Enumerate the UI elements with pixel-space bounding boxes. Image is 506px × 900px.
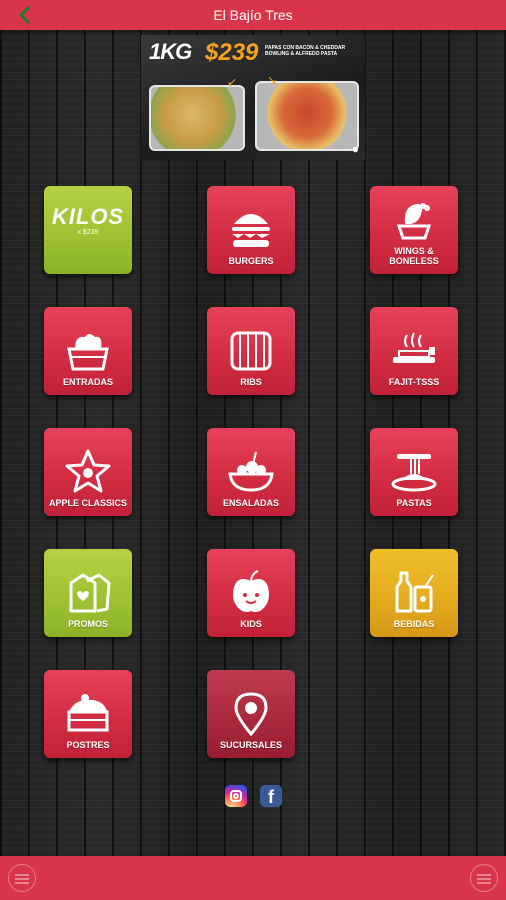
tile-kilos[interactable]: KILOS x $239 [44, 186, 132, 274]
kilos-logo: KILOS [51, 203, 125, 229]
tile-label: SUCURSALES [219, 740, 282, 750]
tile-label: FAJIT-TSSS [388, 377, 440, 387]
facebook-button[interactable]: f [260, 785, 282, 807]
tile-ensaladas[interactable]: ENSALADAS [207, 428, 295, 516]
tile-label: WINGS & BONELESS [389, 246, 439, 266]
salad-bowl-icon [226, 448, 276, 494]
tile-fajitas[interactable]: FAJIT-TSSS [370, 307, 458, 395]
tile-label: APPLE CLASSICS [48, 498, 127, 508]
star-apple-icon [63, 448, 113, 494]
chicken-wing-icon [389, 196, 439, 242]
banner-description: PAPAS CON BACON & CHEDDAR BOWLING & ALFR… [265, 45, 346, 57]
cart-button[interactable] [470, 864, 498, 892]
apple-face-icon [226, 569, 276, 615]
tile-apple-classics[interactable]: APPLE CLASSICS [44, 428, 132, 516]
appetizer-basket-icon [63, 327, 113, 373]
tile-ribs[interactable]: RIBS [207, 307, 295, 395]
drinks-icon [389, 569, 439, 615]
burger-icon [226, 206, 276, 252]
apple-logo-icon: ● [351, 142, 359, 156]
tile-entradas[interactable]: ENTRADAS [44, 307, 132, 395]
tile-label: BEBIDAS [393, 619, 435, 629]
burger-icon [477, 874, 491, 876]
map-pin-icon [226, 690, 276, 737]
tile-label: BURGERS [228, 256, 274, 266]
tile-kids[interactable]: KIDS [207, 549, 295, 637]
food-tray-image [255, 81, 359, 151]
pasta-plate-icon [389, 448, 439, 494]
arrow-icon: ↘ [267, 73, 278, 87]
page-title: El Bajío Tres [213, 7, 293, 23]
tile-postres[interactable]: POSTRES [44, 670, 132, 758]
kilos-sublabel: x $239 [77, 228, 99, 236]
price-tag-icon [63, 569, 113, 615]
bottom-bar [0, 856, 506, 900]
cake-slice-icon [63, 690, 113, 736]
tile-wings-boneless[interactable]: WINGS & BONELESS [370, 186, 458, 274]
tile-bebidas[interactable]: BEBIDAS [370, 549, 458, 637]
food-tray-image [149, 85, 245, 151]
sizzling-fajita-icon [389, 327, 439, 373]
tile-sucursales[interactable]: SUCURSALES [207, 670, 295, 758]
tile-label: KIDS [240, 619, 262, 629]
promo-banner[interactable]: 1KG $239 PAPAS CON BACON & CHEDDAR BOWLI… [141, 35, 365, 160]
instagram-lens [233, 793, 239, 799]
ribs-icon [226, 327, 276, 373]
arrow-icon: ↙ [227, 75, 238, 89]
tile-pastas[interactable]: PASTAS [370, 428, 458, 516]
tile-label: PASTAS [396, 498, 432, 508]
instagram-button[interactable] [225, 785, 247, 807]
top-bar: El Bajío Tres [0, 0, 506, 30]
tile-label: PROMOS [67, 619, 108, 629]
tile-promos[interactable]: PROMOS [44, 549, 132, 637]
menu-icon [15, 874, 29, 876]
banner-price: $239 [205, 39, 259, 66]
facebook-icon: f [268, 787, 274, 807]
tile-burgers[interactable]: BURGERS [207, 186, 295, 274]
tile-label: POSTRES [66, 740, 110, 750]
menu-button[interactable] [8, 864, 36, 892]
tile-label: RIBS [240, 377, 262, 387]
tile-label: ENTRADAS [62, 377, 113, 387]
tile-label: ENSALADAS [222, 498, 279, 508]
banner-weight: 1KG [149, 39, 192, 64]
